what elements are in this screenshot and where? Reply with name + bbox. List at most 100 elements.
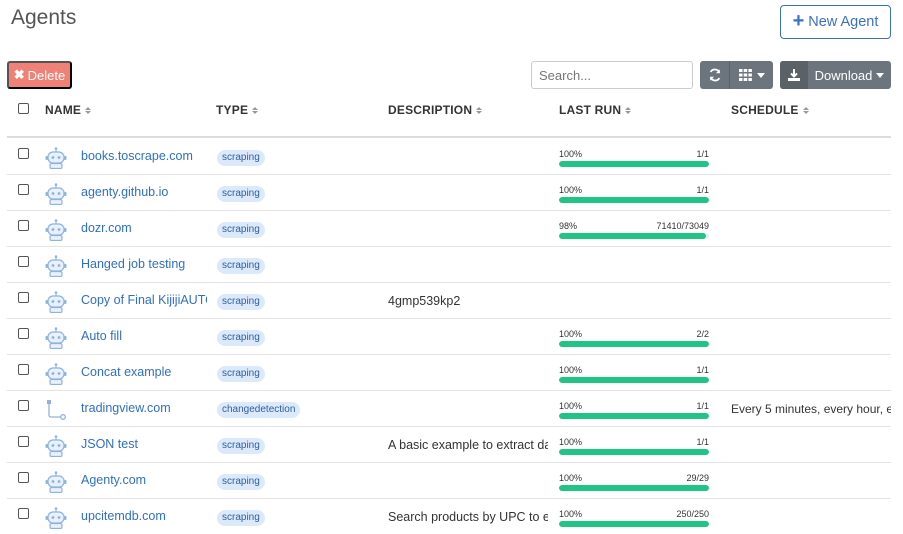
table-header: NAME TYPE DESCRIPTION LAST RUN SCHEDULE — [7, 96, 891, 138]
row-checkbox[interactable] — [18, 436, 29, 447]
robot-icon — [44, 507, 68, 530]
agent-name-link[interactable]: dozr.com — [81, 221, 207, 235]
refresh-button[interactable] — [700, 61, 729, 89]
agent-name-link[interactable]: upcitemdb.com — [81, 509, 207, 523]
last-run-percent: 100% — [559, 329, 583, 339]
agent-name-link[interactable]: books.toscrape.com — [81, 149, 207, 163]
progress-bar-track — [559, 341, 709, 347]
progress-bar-fill — [559, 161, 709, 167]
table-row: JSON test scraping A basic example to extr… — [7, 427, 891, 463]
last-run-count: 71410/73049 — [656, 221, 709, 231]
agent-name-link[interactable]: JSON test — [81, 437, 207, 451]
robot-icon — [44, 183, 68, 206]
progress-bar-fill — [559, 341, 709, 347]
last-run-count: 29/29 — [686, 473, 709, 483]
row-checkbox[interactable] — [18, 292, 29, 303]
refresh-icon — [709, 68, 720, 82]
table-row: Agenty.com scraping 100% 29/29 — [7, 463, 891, 499]
agent-type-badge: scraping — [217, 186, 265, 202]
last-run-progress: 100% 1/1 — [559, 149, 709, 167]
last-run-percent: 100% — [559, 149, 583, 159]
progress-bar-track — [559, 449, 709, 455]
robot-icon — [44, 219, 68, 242]
row-checkbox[interactable] — [18, 184, 29, 195]
agent-name-link[interactable]: Hanged job testing — [81, 257, 207, 271]
progress-bar-track — [559, 413, 709, 419]
agent-name-link[interactable]: Agenty.com — [81, 473, 207, 487]
new-agent-button[interactable]: + New Agent — [780, 5, 891, 39]
progress-bar-track — [559, 377, 709, 383]
search-input[interactable] — [531, 61, 693, 89]
row-checkbox[interactable] — [18, 472, 29, 483]
agent-type-badge: scraping — [217, 258, 265, 274]
sort-icon — [85, 106, 92, 114]
column-header-name[interactable]: NAME — [45, 103, 92, 117]
agent-name-link[interactable]: tradingview.com — [81, 401, 207, 415]
table-row: books.toscrape.com scraping 100% 1/1 — [7, 139, 891, 175]
agent-name-link[interactable]: Copy of Final KijijiAUTOS — [81, 293, 207, 307]
agent-description: 4gmp539kp2 — [388, 294, 461, 308]
column-header-type[interactable]: TYPE — [216, 103, 259, 117]
last-run-count: 1/1 — [696, 365, 709, 375]
agent-type-badge: scraping — [217, 438, 265, 454]
last-run-percent: 100% — [559, 401, 583, 411]
agent-description: Search products by UPC to extr — [388, 510, 548, 524]
column-header-last-run[interactable]: LAST RUN — [559, 103, 632, 117]
last-run-progress: 100% 1/1 — [559, 401, 709, 419]
robot-icon — [44, 147, 68, 170]
agent-type-badge: scraping — [217, 366, 265, 382]
row-checkbox[interactable] — [18, 220, 29, 231]
progress-bar-fill — [559, 377, 709, 383]
column-header-schedule[interactable]: SCHEDULE — [731, 103, 809, 117]
chevron-down-icon — [876, 72, 885, 78]
row-checkbox[interactable] — [18, 148, 29, 159]
delete-label: Delete — [27, 67, 66, 83]
agent-name-link[interactable]: Auto fill — [81, 329, 207, 343]
robot-icon — [44, 327, 68, 350]
last-run-count: 1/1 — [696, 149, 709, 159]
sort-icon — [476, 106, 483, 114]
progress-bar-track — [559, 197, 709, 203]
page-title: Agents — [11, 6, 77, 29]
select-all-checkbox[interactable] — [18, 103, 29, 114]
delete-button[interactable]: ✖ Delete — [7, 61, 72, 89]
last-run-progress: 100% 1/1 — [559, 437, 709, 455]
last-run-progress: 98% 71410/73049 — [559, 221, 709, 239]
agent-name-link[interactable]: Concat example — [81, 365, 207, 379]
last-run-count: 1/1 — [696, 401, 709, 411]
table-row: upcitemdb.com scraping Search products by … — [7, 499, 891, 534]
row-checkbox[interactable] — [18, 256, 29, 267]
last-run-progress: 100% 250/250 — [559, 509, 709, 527]
progress-bar-fill — [559, 413, 709, 419]
agent-name-link[interactable]: agenty.github.io — [81, 185, 207, 199]
robot-icon — [44, 291, 68, 314]
plus-icon: + — [792, 10, 805, 32]
row-checkbox[interactable] — [18, 400, 29, 411]
row-checkbox[interactable] — [18, 508, 29, 519]
agent-type-badge: scraping — [217, 330, 265, 346]
last-run-percent: 100% — [559, 437, 583, 447]
last-run-count: 1/1 — [696, 437, 709, 447]
columns-button[interactable] — [729, 61, 773, 89]
agent-type-badge: changedetection — [217, 402, 301, 418]
progress-bar-fill — [559, 449, 709, 455]
table-row: agenty.github.io scraping 100% 1/1 — [7, 175, 891, 211]
last-run-percent: 98% — [559, 221, 578, 231]
row-checkbox[interactable] — [18, 364, 29, 375]
download-icon — [780, 61, 808, 89]
robot-icon — [44, 435, 68, 458]
progress-bar-track — [559, 233, 709, 239]
download-button[interactable]: Download — [780, 61, 891, 89]
column-header-description[interactable]: DESCRIPTION — [388, 103, 483, 117]
row-checkbox[interactable] — [18, 328, 29, 339]
robot-icon — [44, 471, 68, 494]
progress-bar-fill — [559, 485, 709, 491]
progress-bar-track — [559, 521, 709, 527]
table-row: tradingview.com changedetection 100% 1/1 Eve… — [7, 391, 891, 427]
close-icon: ✖ — [13, 67, 25, 82]
progress-bar-track — [559, 161, 709, 167]
progress-bar-fill — [559, 197, 709, 203]
last-run-percent: 100% — [559, 473, 583, 483]
table-row: Copy of Final KijijiAUTOS scraping 4gmp539… — [7, 283, 891, 319]
new-agent-label: New Agent — [808, 14, 879, 30]
